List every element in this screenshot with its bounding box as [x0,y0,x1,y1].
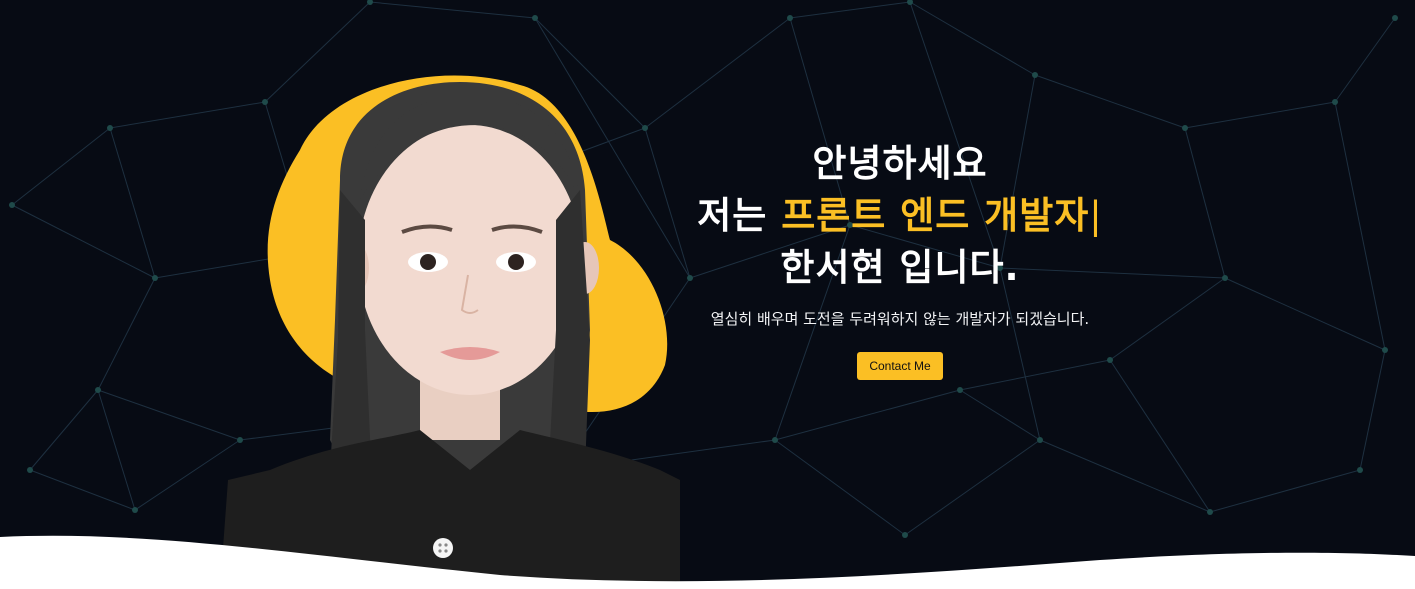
hero-section: 안녕하세요 저는 프론트 엔드 개발자| 한서현 입니다. 열심히 배우며 도전… [0,0,1415,589]
bottom-wave [0,535,1415,589]
